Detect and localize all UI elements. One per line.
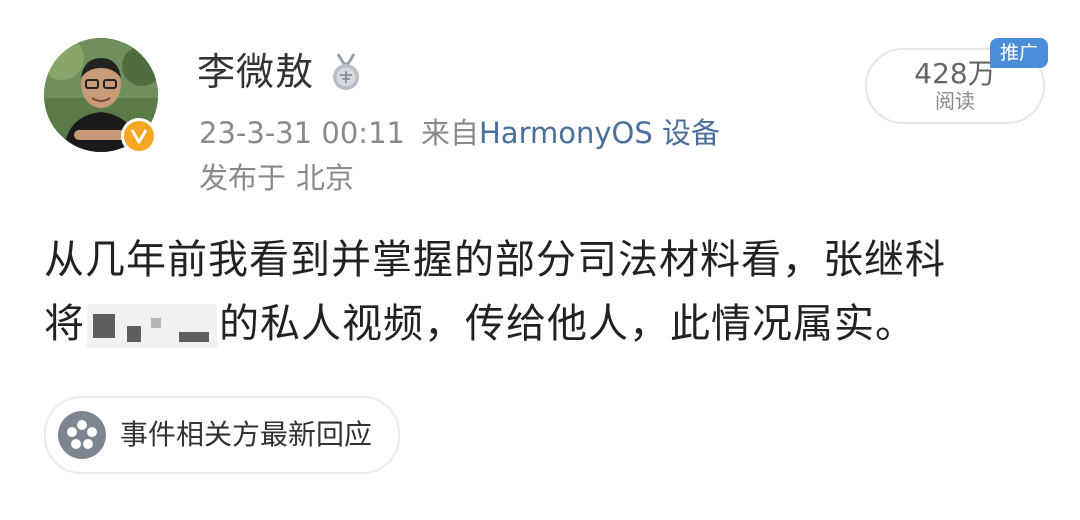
source-prefix: 来自 — [420, 116, 479, 150]
event-chip-label: 事件相关方最新回应 — [120, 418, 373, 451]
location-city: 北京 — [296, 161, 355, 195]
verified-badge — [121, 118, 157, 154]
weibo-post: 李微敖 23-3-31 00:11 来自HarmonyOS 设备 发布于 北京 42… — [0, 0, 1080, 520]
post-text-line-2-suffix: 的私人视频，传给他人，此情况属实。 — [219, 301, 916, 347]
post-text-line-1: 从几年前我看到并掌握的部分司法材料看，张继科 — [44, 237, 946, 283]
post-location: 发布于 北京 — [199, 159, 354, 197]
read-count: 428万 — [914, 57, 996, 90]
location-prefix: 发布于 — [199, 161, 287, 195]
post-meta: 23-3-31 00:11 来自HarmonyOS 设备 — [199, 114, 720, 152]
medal-icon[interactable] — [328, 52, 364, 92]
read-label: 阅读 — [935, 89, 975, 113]
post-timestamp: 23-3-31 00:11 — [199, 116, 405, 150]
username-row: 李微敖 — [197, 48, 364, 96]
device-source-link[interactable]: HarmonyOS 设备 — [479, 116, 720, 150]
promote-badge[interactable]: 推广 — [990, 38, 1049, 68]
event-response-chip[interactable]: 事件相关方最新回应 — [44, 396, 401, 474]
verified-v-icon — [130, 129, 148, 144]
post-text-line-2: 将 的私人视频，传给他人，此情况属实。 — [44, 292, 1044, 356]
username[interactable]: 李微敖 — [197, 48, 314, 96]
redacted-name-mosaic — [87, 304, 217, 348]
post-body: 从几年前我看到并掌握的部分司法材料看，张继科 将 的私人视频，传给他人，此情况属实… — [44, 228, 1044, 356]
flower-icon — [58, 411, 106, 459]
post-text-line-2-prefix: 将 — [44, 301, 85, 347]
